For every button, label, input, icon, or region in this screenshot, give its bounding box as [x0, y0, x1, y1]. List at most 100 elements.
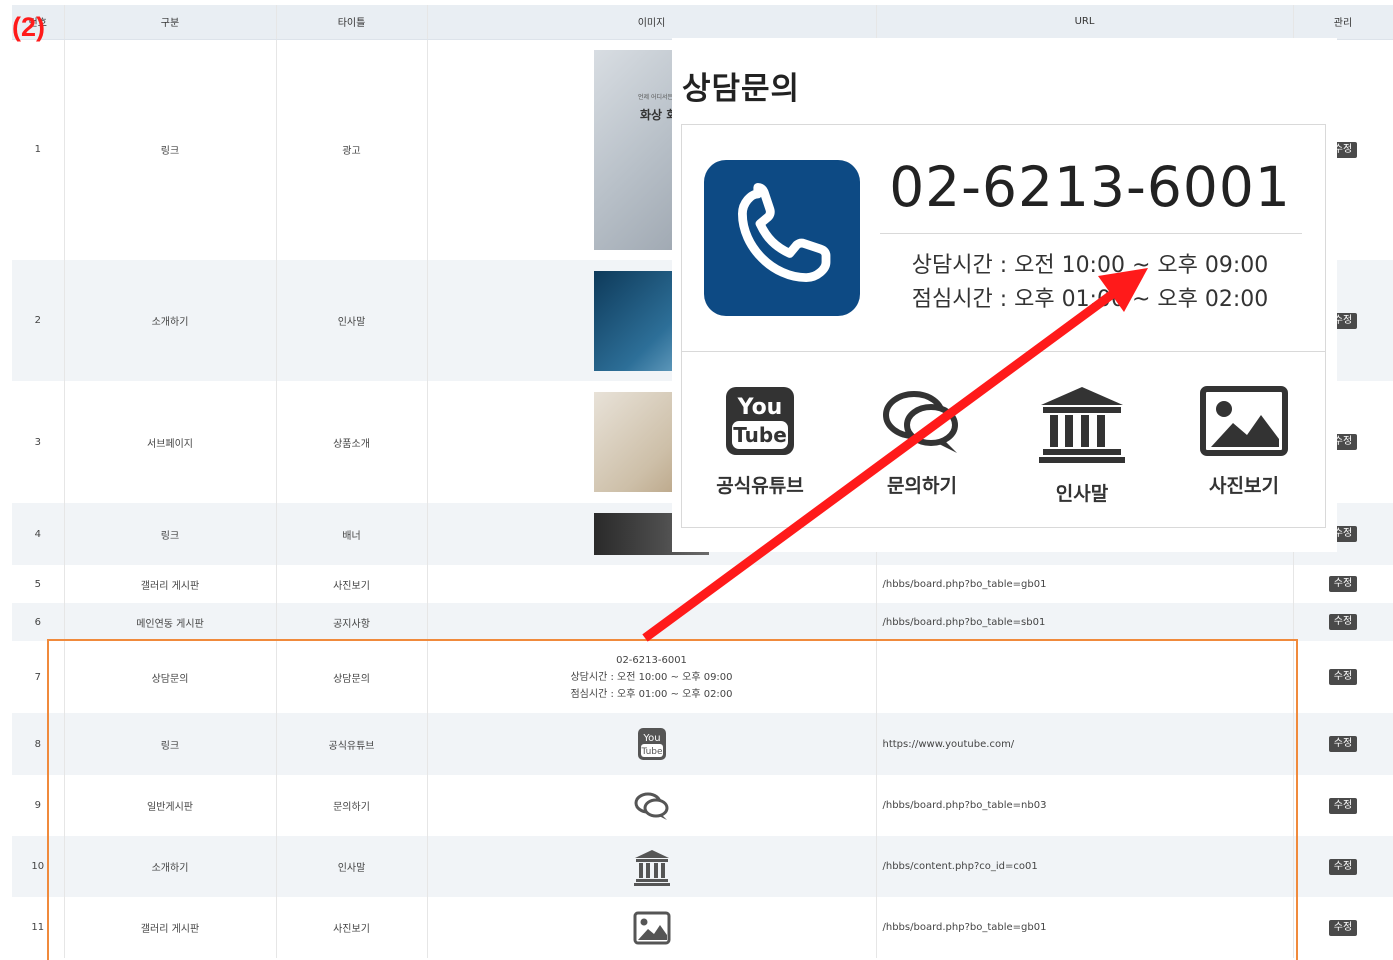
row-title: 사진보기: [276, 897, 428, 958]
row-title: 인사말: [276, 836, 428, 897]
row-no: 4: [12, 503, 65, 565]
edit-button[interactable]: 수정: [1328, 576, 1358, 592]
quick-link-gallery[interactable]: 사진보기: [1184, 385, 1304, 498]
row-manage: 수정: [1293, 641, 1393, 713]
popup-hours-line: 상담시간 : 오전 10:00 ~ 오후 09:00: [911, 253, 1269, 278]
row-no: 7: [12, 641, 65, 713]
row-manage: 수정: [1293, 775, 1393, 836]
row-url[interactable]: /hbbs/content.php?co_id=co01: [876, 836, 1294, 897]
popup-panel: 02-6213-6001 상담시간 : 오전 10:00 ~ 오후 09:00 …: [681, 124, 1326, 528]
quick-link-youtube[interactable]: You Tube 공식유튜브: [700, 385, 820, 498]
table-row: 8 링크 공식유튜브 You Tube https://www.youtube.…: [12, 713, 1393, 775]
edit-button[interactable]: 수정: [1328, 858, 1358, 875]
row-title: 사진보기: [276, 565, 428, 603]
edit-button[interactable]: 수정: [1328, 919, 1358, 936]
popup-lunch-line: 점심시간 : 오후 01:00 ~ 오후 02:00: [911, 287, 1269, 312]
table-header: 번호 구분 타이틀 이미지 URL 관리: [12, 5, 1393, 40]
popup-divider: [880, 233, 1302, 234]
image-icon: [633, 911, 670, 944]
col-header-category[interactable]: 구분: [64, 5, 277, 40]
building-columns-icon: [633, 849, 670, 886]
row-url[interactable]: https://www.youtube.com/: [876, 713, 1294, 775]
svg-text:You: You: [737, 395, 783, 420]
row-category: 서브페이지: [64, 381, 277, 503]
row-image: [427, 775, 877, 836]
row-category: 소개하기: [64, 260, 277, 381]
edit-button[interactable]: 수정: [1328, 736, 1358, 752]
svg-text:Tube: Tube: [640, 747, 663, 757]
quick-link-label: 사진보기: [1209, 475, 1279, 497]
row-title: 공지사항: [276, 603, 428, 641]
row-image: 02-6213-6001 상담시간 : 오전 10:00 ~ 오후 09:00 …: [427, 641, 877, 713]
row-category: 링크: [64, 503, 277, 565]
row-manage: 수정: [1293, 836, 1393, 897]
col-header-url[interactable]: URL: [876, 5, 1294, 40]
table-row: 7 상담문의 상담문의 02-6213-6001 상담시간 : 오전 10:00…: [12, 641, 1393, 713]
row-category: 갤러리 게시판: [64, 565, 277, 603]
row-category: 일반게시판: [64, 775, 277, 836]
col-header-image[interactable]: 이미지: [427, 5, 877, 40]
consultation-popup: 상담문의 02-6213-6001 상담시간 : 오전 10:00 ~ 오후 0…: [672, 38, 1337, 552]
row-manage: 수정: [1293, 565, 1393, 603]
row-title: 광고: [276, 39, 428, 260]
image-icon: [1200, 386, 1288, 456]
row-manage: 수정: [1293, 603, 1393, 641]
popup-phone-number: 02-6213-6001: [889, 155, 1291, 219]
contact-hours: 상담시간 : 오전 10:00 ~ 오후 09:00: [570, 671, 733, 683]
youtube-icon: You Tube: [637, 728, 666, 760]
col-header-manage[interactable]: 관리: [1293, 5, 1393, 40]
svg-text:You: You: [642, 733, 660, 744]
edit-button[interactable]: 수정: [1328, 669, 1358, 685]
contact-lunch: 점심시간 : 오후 01:00 ~ 오후 02:00: [570, 688, 733, 700]
quick-link-inquiry[interactable]: 문의하기: [862, 385, 982, 498]
row-no: 1: [12, 39, 65, 260]
quick-link-label: 문의하기: [887, 475, 957, 497]
contact-phone: 02-6213-6001: [616, 654, 687, 666]
row-category: 갤러리 게시판: [64, 897, 277, 958]
row-category: 상담문의: [64, 641, 277, 713]
row-category: 메인연동 게시판: [64, 603, 277, 641]
chat-bubbles-icon: [634, 792, 668, 820]
annotation-label: (2): [12, 12, 45, 42]
table-row: 11 갤러리 게시판 사진보기 /hbbs/board.php?bo_table…: [12, 897, 1393, 958]
table-row: 9 일반게시판 문의하기 /hbbs/board.php?bo_table=nb…: [12, 775, 1393, 836]
quick-link-label: 인사말: [1055, 483, 1109, 505]
row-title: 상담문의: [276, 641, 428, 713]
popup-hours: 상담시간 : 오전 10:00 ~ 오후 09:00 점심시간 : 오후 01:…: [880, 249, 1300, 317]
contact-info: 02-6213-6001 상담시간 : 오전 10:00 ~ 오후 09:00 …: [432, 652, 872, 703]
row-no: 5: [12, 565, 65, 603]
edit-button[interactable]: 수정: [1328, 614, 1358, 630]
row-image: You Tube: [427, 713, 877, 775]
row-no: 8: [12, 713, 65, 775]
quick-link-greeting[interactable]: 인사말: [1022, 385, 1142, 506]
edit-button[interactable]: 수정: [1328, 797, 1358, 814]
row-image: [427, 897, 877, 958]
row-no: 9: [12, 775, 65, 836]
svg-text:Tube: Tube: [733, 423, 787, 447]
chat-bubbles-icon: [883, 391, 958, 453]
row-url: [876, 641, 1294, 713]
phone-icon: [704, 160, 860, 316]
row-category: 소개하기: [64, 836, 277, 897]
row-title: 상품소개: [276, 381, 428, 503]
row-image: [427, 565, 877, 603]
row-url[interactable]: /hbbs/board.php?bo_table=nb03: [876, 775, 1294, 836]
phone-handset-icon: [738, 183, 831, 282]
panel-separator: [682, 351, 1325, 352]
row-title: 인사말: [276, 260, 428, 381]
row-image: [427, 836, 877, 897]
row-no: 2: [12, 260, 65, 381]
row-category: 링크: [64, 39, 277, 260]
table-row: 5 갤러리 게시판 사진보기 /hbbs/board.php?bo_table=…: [12, 565, 1393, 603]
admin-screen: 번호 구분 타이틀 이미지 URL 관리 1 링크 광고 언제 어디서든 편리하…: [0, 0, 1393, 960]
quick-link-label: 공식유튜브: [716, 475, 804, 497]
col-header-title[interactable]: 타이틀: [276, 5, 428, 40]
row-url[interactable]: /hbbs/board.php?bo_table=gb01: [876, 565, 1294, 603]
row-title: 문의하기: [276, 775, 428, 836]
row-image: [427, 603, 877, 641]
row-url[interactable]: /hbbs/board.php?bo_table=gb01: [876, 897, 1294, 958]
row-url[interactable]: /hbbs/board.php?bo_table=sb01: [876, 603, 1294, 641]
row-category: 링크: [64, 713, 277, 775]
row-no: 3: [12, 381, 65, 503]
row-no: 11: [12, 897, 65, 958]
